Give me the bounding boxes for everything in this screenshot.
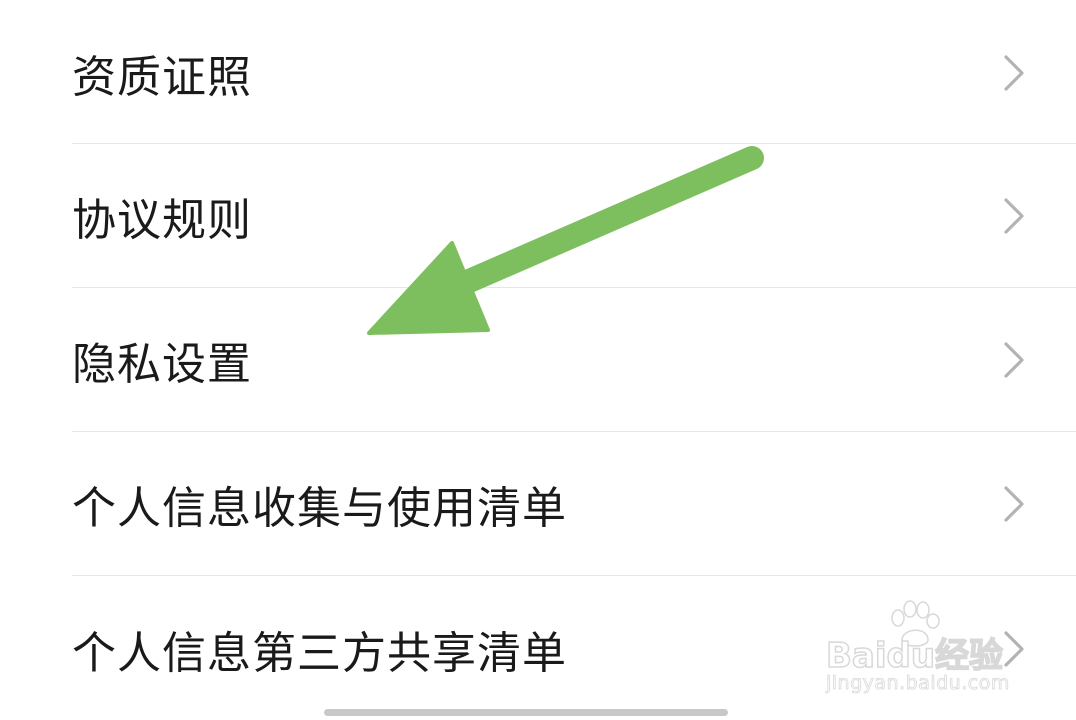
menu-item-personal-info-collection[interactable]: 个人信息收集与使用清单 bbox=[72, 433, 1076, 575]
menu-item-label: 协议规则 bbox=[72, 195, 252, 246]
menu-item-qualifications[interactable]: 资质证照 bbox=[72, 2, 1076, 144]
watermark-brand: Baidu经验 bbox=[825, 635, 1004, 677]
home-indicator[interactable] bbox=[324, 709, 728, 716]
watermark: Baidu经验 jingyan.baidu.com bbox=[822, 600, 1032, 700]
divider bbox=[72, 431, 1076, 432]
menu-item-label: 个人信息收集与使用清单 bbox=[72, 483, 567, 534]
watermark-domain: jingyan.baidu.com bbox=[826, 672, 1010, 695]
menu-item-label: 个人信息第三方共享清单 bbox=[72, 628, 567, 679]
divider bbox=[72, 287, 1076, 288]
divider bbox=[72, 143, 1076, 144]
menu-item-privacy-settings[interactable]: 隐私设置 bbox=[72, 289, 1076, 431]
divider bbox=[72, 575, 1076, 576]
settings-screen: 资质证照 协议规则 隐私设置 个人信息收集与使用清单 个人信息第三方共享清单 B… bbox=[0, 0, 1076, 720]
chevron-right-icon bbox=[1004, 55, 1024, 91]
chevron-right-icon bbox=[1004, 198, 1024, 234]
chevron-right-icon bbox=[1004, 342, 1024, 378]
menu-item-label: 资质证照 bbox=[72, 52, 252, 103]
menu-item-agreements[interactable]: 协议规则 bbox=[72, 145, 1076, 287]
menu-item-label: 隐私设置 bbox=[72, 339, 252, 390]
chevron-right-icon bbox=[1004, 486, 1024, 522]
